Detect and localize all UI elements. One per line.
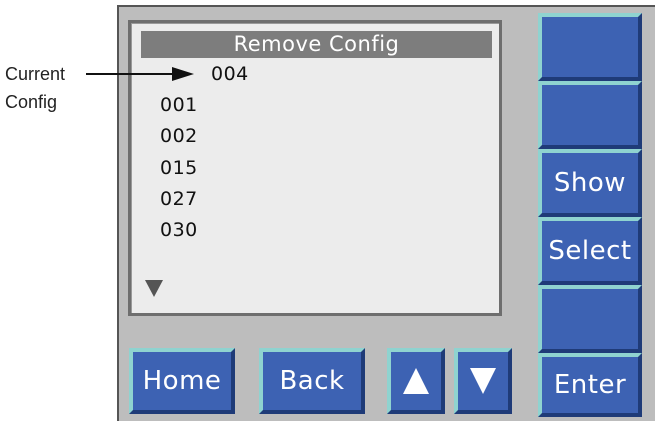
config-list-item[interactable]: 015 bbox=[160, 159, 198, 178]
callout-label-line-1: Current bbox=[5, 64, 66, 84]
config-list-item[interactable]: 001 bbox=[160, 96, 198, 115]
triangle-down-icon bbox=[470, 368, 496, 394]
back-button[interactable]: Back bbox=[259, 348, 365, 414]
config-list-item[interactable]: 030 bbox=[160, 221, 198, 240]
config-list-item[interactable]: 002 bbox=[160, 127, 198, 146]
callout-label-line-2: Config bbox=[5, 92, 58, 112]
down-arrow-button[interactable] bbox=[454, 348, 512, 414]
config-list-item[interactable]: 027 bbox=[160, 190, 198, 209]
home-button[interactable]: Home bbox=[129, 348, 235, 414]
current-config-value: 004 bbox=[211, 63, 249, 85]
up-arrow-button[interactable] bbox=[387, 348, 445, 414]
select-button[interactable]: Select bbox=[538, 217, 642, 285]
side-button-1[interactable] bbox=[538, 13, 642, 81]
screen-title: Remove Config bbox=[141, 31, 492, 58]
show-button[interactable]: Show bbox=[538, 149, 642, 217]
side-button-5[interactable] bbox=[538, 285, 642, 353]
scroll-down-indicator-icon bbox=[145, 280, 163, 297]
enter-button[interactable]: Enter bbox=[538, 353, 642, 417]
triangle-up-icon bbox=[403, 368, 429, 394]
side-button-2[interactable] bbox=[538, 81, 642, 149]
